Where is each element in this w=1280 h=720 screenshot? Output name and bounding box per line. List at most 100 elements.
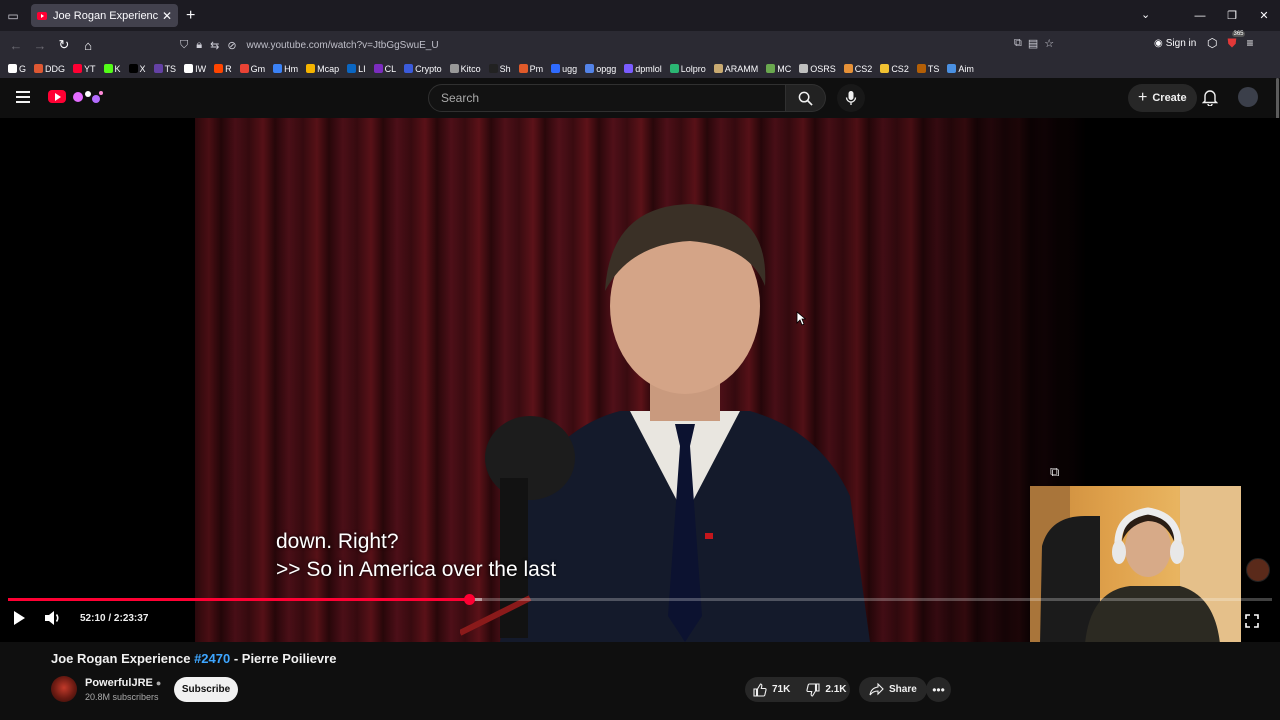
bookmark-item[interactable]: Lolpro [669, 64, 706, 74]
bookmark-item[interactable]: IW [184, 64, 206, 74]
permissions-icon[interactable]: ⇆ [210, 39, 219, 52]
new-tab-icon[interactable]: + [186, 7, 195, 25]
chevron-down-icon[interactable]: ⌄ [1141, 8, 1150, 21]
bookmark-favicon-icon [239, 64, 249, 73]
menu-icon[interactable]: ≡ [1247, 36, 1254, 51]
bookmark-item[interactable]: Hm [273, 64, 298, 74]
webcam-frame [1030, 486, 1241, 642]
bookmark-item[interactable]: Aim [947, 64, 974, 74]
channel-watermark-avatar[interactable] [1246, 558, 1270, 582]
bookmark-item[interactable]: Pm [518, 64, 543, 74]
close-tab-icon[interactable]: ✕ [162, 9, 172, 23]
bookmark-item[interactable]: LI [347, 64, 366, 74]
sign-in-button[interactable]: ◉ Sign in [1154, 38, 1196, 49]
channel-avatar[interactable] [51, 676, 77, 702]
bookmark-item[interactable]: Crypto [404, 64, 442, 74]
bookmark-item[interactable]: R [214, 64, 232, 74]
share-button[interactable]: Share [859, 677, 927, 702]
bookmark-star-icon[interactable]: ☆ [1044, 37, 1054, 50]
browser-tab-active[interactable]: Joe Rogan Experience #2470 - I ✕ [31, 4, 178, 27]
volume-icon[interactable] [44, 610, 62, 626]
logo-doodle-icon[interactable] [70, 88, 106, 106]
search-input[interactable]: Search [428, 84, 786, 112]
bookmark-label: Aim [958, 63, 974, 74]
address-bar[interactable]: ⛉ 🔒︎ ⇆ ⊘ www.youtube.com/watch?v=JtbGgSw… [176, 34, 1072, 56]
play-icon[interactable] [12, 610, 26, 626]
bookmark-item[interactable]: Kitco [449, 63, 481, 74]
forward-icon[interactable]: → [28, 38, 52, 53]
bookmark-item[interactable]: CL [373, 64, 396, 74]
bookmark-item[interactable]: TS [916, 63, 940, 74]
youtube-logo[interactable] [48, 90, 66, 103]
autoplay-blocked-icon[interactable]: ⊘ [227, 39, 236, 52]
bookmark-item[interactable]: G [8, 64, 26, 74]
home-icon[interactable]: ⌂ [76, 38, 100, 53]
bookmark-item[interactable]: TS [153, 64, 176, 74]
bookmark-favicon-icon [103, 64, 113, 73]
like-button[interactable]: 71K [745, 682, 798, 697]
bookmark-item[interactable]: ARAMM [713, 64, 758, 74]
miniplayer-icon[interactable]: ⧉ [1050, 464, 1059, 480]
bookmark-item[interactable]: OSRS [799, 64, 836, 74]
bookmark-item[interactable]: ugg [551, 64, 577, 74]
lock-icon[interactable]: 🔒︎ [196, 39, 202, 52]
video-player[interactable]: down. Right? >> So in America over the l… [0, 118, 1280, 642]
bookmark-item[interactable]: YT [73, 64, 96, 74]
bookmark-favicon-icon [880, 64, 890, 73]
reader-icon[interactable]: ▤ [1028, 37, 1038, 50]
extensions-icon[interactable]: ⬡ [1207, 36, 1217, 51]
hamburger-menu-icon[interactable] [16, 91, 30, 103]
bookmark-favicon-icon [8, 64, 17, 73]
caption-line-2: >> So in America over the last [276, 558, 557, 581]
bookmark-favicon-icon [585, 64, 595, 73]
bookmarks-bar: G DDG YT K X TS IW R Gm Hm Mcap LI CL Crypto Kitco Sh Pm… [0, 59, 1280, 78]
bookmark-item[interactable]: K [103, 64, 121, 74]
shield-icon[interactable]: ⛉ [180, 39, 188, 52]
reload-icon[interactable]: ↻ [52, 37, 76, 53]
pip-icon[interactable]: ⧉ [1014, 37, 1022, 50]
tab-list-icon[interactable]: ▭ [0, 0, 26, 31]
bookmark-item[interactable]: Gm [239, 63, 266, 74]
bookmark-favicon-icon [153, 64, 163, 73]
user-avatar[interactable] [1238, 87, 1258, 107]
bookmark-favicon-icon [799, 64, 809, 73]
close-window-icon[interactable]: ✕ [1248, 9, 1280, 22]
player-controls: 52:10 / 2:23:37 [12, 610, 148, 626]
ublock-icon[interactable]: ⛊ 365 [1227, 31, 1245, 51]
video-title-hashtag[interactable]: #2470 [194, 651, 230, 666]
more-actions-button[interactable]: ••• [926, 677, 951, 702]
channel-name-text[interactable]: PowerfulJRE [85, 677, 153, 689]
bookmark-item[interactable]: CS2 [843, 64, 872, 74]
subscribe-button[interactable]: Subscribe [174, 677, 238, 702]
bookmark-item[interactable]: Mcap [306, 64, 339, 74]
bookmark-label: LI [358, 63, 366, 74]
bookmark-favicon-icon [843, 64, 853, 73]
dislike-button[interactable]: 2.1K [798, 682, 854, 697]
notifications-bell-icon[interactable] [1202, 89, 1218, 106]
bookmark-label: TS [927, 63, 940, 74]
bookmark-item[interactable]: Sh [488, 64, 511, 74]
url-text[interactable]: www.youtube.com/watch?v=JtbGgSwuE_U [247, 40, 439, 51]
bookmark-label: Gm [250, 63, 266, 74]
bookmark-label: Hm [284, 63, 299, 74]
search-button[interactable] [786, 84, 826, 112]
progress-bar[interactable] [8, 594, 1272, 605]
back-icon[interactable]: ← [4, 38, 28, 53]
restore-icon[interactable]: ❐ [1216, 9, 1248, 22]
bookmark-item[interactable]: dpmlol [624, 64, 662, 74]
fullscreen-icon[interactable] [1245, 614, 1259, 628]
bookmark-label: Kitco [460, 63, 481, 74]
bookmark-item[interactable]: CS2 [880, 64, 909, 74]
create-button[interactable]: + Create [1128, 84, 1197, 112]
bookmark-label: Crypto [415, 63, 442, 74]
bookmark-item[interactable]: opgg [585, 64, 616, 74]
minimize-icon[interactable]: — [1184, 10, 1216, 22]
more-horizontal-icon: ••• [932, 682, 945, 697]
bookmark-favicon-icon [713, 64, 723, 73]
bookmark-item[interactable]: MC [766, 64, 791, 74]
voice-search-button[interactable] [837, 84, 865, 112]
bookmark-item[interactable]: X [128, 64, 146, 74]
bookmark-favicon-icon [766, 64, 776, 73]
bookmark-item[interactable]: DDG [34, 64, 65, 74]
channel-name[interactable]: PowerfulJRE ● [85, 677, 161, 689]
